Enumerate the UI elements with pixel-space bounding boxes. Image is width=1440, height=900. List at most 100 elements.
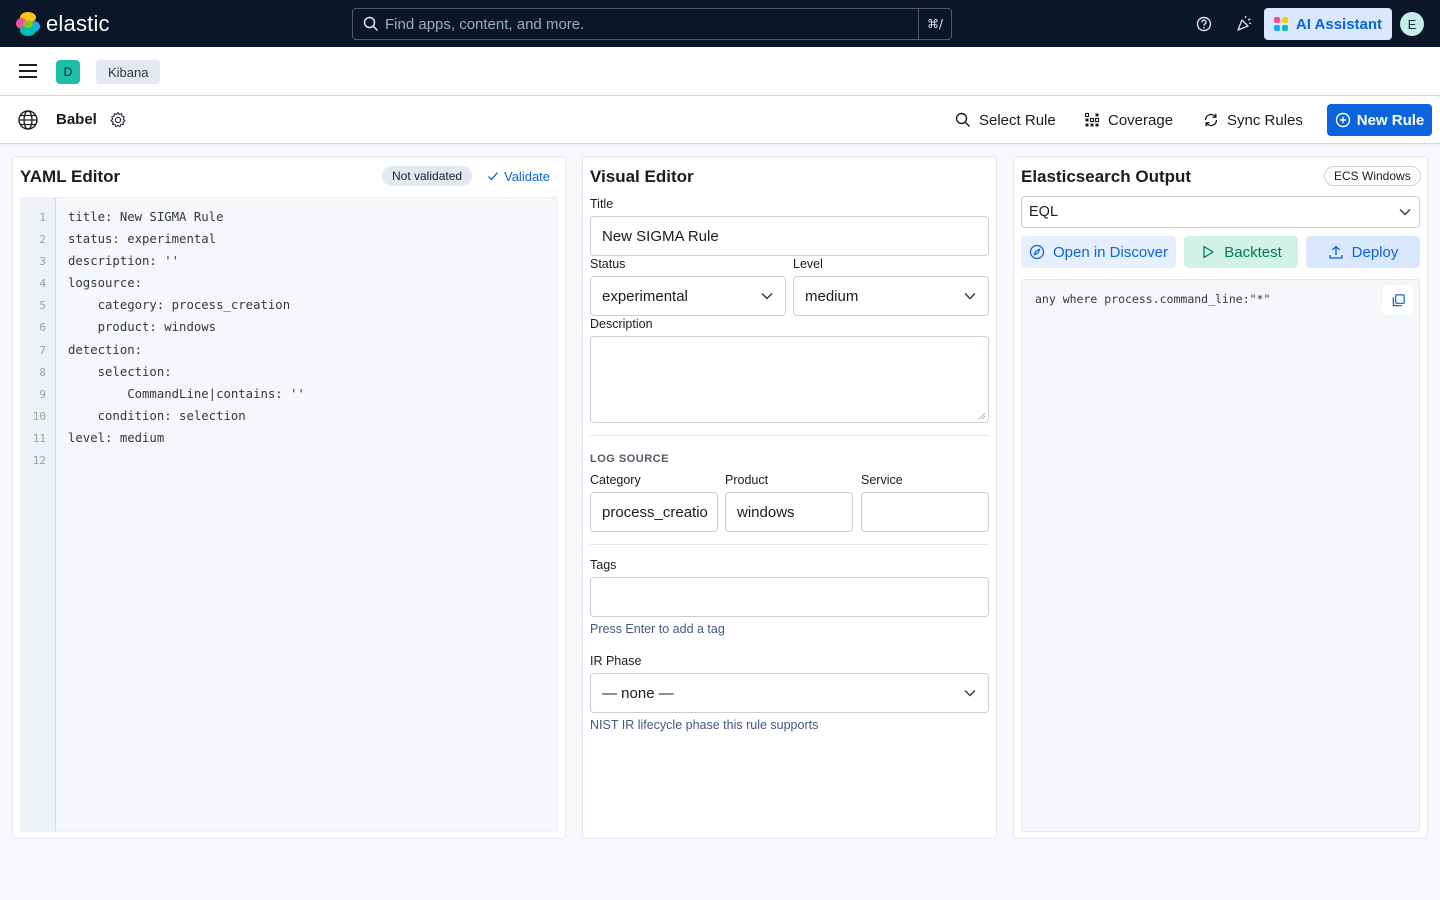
section-divider (590, 435, 989, 436)
coverage-button[interactable]: Coverage (1084, 108, 1173, 132)
gear-icon[interactable] (109, 111, 127, 129)
coverage-label: Coverage (1108, 111, 1174, 129)
sync-rules-button[interactable]: Sync Rules (1203, 108, 1303, 132)
service-field[interactable] (861, 492, 989, 532)
product-label: Product (725, 473, 769, 487)
resize-grip-icon[interactable] (978, 412, 986, 420)
tags-help-text: Press Enter to add a tag (590, 622, 725, 636)
breadcrumb[interactable]: Kibana (96, 60, 161, 84)
line-number: 9 (39, 388, 46, 401)
ir-phase-selected-value: — none — (602, 684, 674, 702)
tags-field[interactable] (590, 577, 989, 617)
visual-editor-panel: Visual Editor Title New SIGMA Rule Statu… (582, 156, 997, 839)
service-label: Service (861, 473, 903, 487)
elasticsearch-output-panel: Elasticsearch Output ECS Windows EQL Ope… (1013, 156, 1428, 839)
level-selected-value: medium (805, 287, 859, 305)
breadcrumb-bar: D Kibana (0, 47, 1440, 96)
code-line: level: medium (68, 431, 165, 445)
level-label: Level (793, 257, 823, 271)
category-label: Category (590, 473, 641, 487)
visual-editor-title: Visual Editor (590, 167, 694, 186)
new-rule-button[interactable]: New Rule (1327, 104, 1432, 136)
section-divider (590, 544, 989, 545)
pipeline-badge[interactable]: ECS Windows (1324, 166, 1421, 186)
query-text: any where process.command_line:"*" (1035, 292, 1271, 306)
chevron-down-icon (964, 293, 976, 300)
title-label: Title (590, 197, 614, 211)
grid-icon (1084, 112, 1100, 127)
menu-icon[interactable] (18, 63, 38, 79)
deploy-label: Deploy (1351, 243, 1399, 261)
open-in-discover-label: Open in Discover (1052, 243, 1169, 261)
code-line: CommandLine|contains: '' (68, 387, 305, 401)
log-source-heading: LOG SOURCE (590, 453, 669, 465)
global-search[interactable]: ⌘/ (352, 8, 952, 40)
line-number: 8 (39, 366, 46, 379)
code-line: description: '' (68, 254, 180, 268)
line-number: 12 (32, 454, 46, 467)
elastic-logo-icon (16, 12, 40, 36)
ir-phase-select[interactable]: — none — (590, 673, 989, 713)
select-rule-button[interactable]: Select Rule (955, 108, 1056, 132)
query-output-block: any where process.command_line:"*" (1021, 279, 1420, 832)
category-field[interactable]: process_creatio (590, 492, 718, 532)
ai-assistant-button[interactable]: AI Assistant (1264, 8, 1392, 40)
new-rule-label: New Rule (1356, 111, 1425, 129)
plus-circle-icon (1335, 112, 1350, 128)
yaml-editor-panel: YAML Editor Not validated Validate 1 2 3… (12, 156, 566, 839)
title-field[interactable]: New SIGMA Rule (590, 216, 989, 256)
yaml-editor-title: YAML Editor (20, 167, 121, 186)
space-avatar[interactable]: D (56, 60, 80, 84)
line-number: 3 (39, 255, 46, 268)
line-number-gutter: 1 2 3 4 5 6 7 8 9 10 11 12 (21, 198, 56, 831)
description-label: Description (590, 317, 653, 331)
query-language-select[interactable]: EQL (1021, 196, 1420, 228)
status-select[interactable]: experimental (590, 276, 786, 316)
refresh-icon (1204, 113, 1218, 127)
search-icon (363, 16, 379, 32)
sync-rules-label: Sync Rules (1227, 111, 1303, 129)
code-line: status: experimental (68, 232, 217, 246)
yaml-code-editor[interactable]: 1 2 3 4 5 6 7 8 9 10 11 12 title: New SI… (20, 197, 558, 832)
ai-assistant-icon (1273, 17, 1288, 31)
app-toolbar: Babel Select Rule Coverage Sync Rules Ne… (0, 96, 1440, 144)
ir-phase-help-text: NIST IR lifecycle phase this rule suppor… (590, 718, 819, 732)
code-line: detection: (68, 343, 143, 357)
copy-button[interactable] (1383, 285, 1413, 315)
elastic-logo[interactable]: elastic (16, 11, 110, 37)
code-line: selection: (68, 365, 172, 379)
chevron-down-icon (964, 690, 976, 697)
validate-label: Validate (504, 168, 551, 184)
help-icon[interactable] (1194, 14, 1214, 34)
ai-assistant-label: AI Assistant (1295, 15, 1383, 33)
validation-status-badge: Not validated (382, 166, 473, 186)
upload-icon (1328, 245, 1343, 259)
logo-text: elastic (46, 11, 110, 36)
page-title: Babel (56, 111, 97, 128)
line-number: 7 (39, 344, 46, 357)
top-header: elastic ⌘/ AI Assistant E (0, 0, 1440, 47)
globe-icon (18, 110, 38, 130)
tags-label: Tags (590, 558, 617, 572)
search-input[interactable] (385, 15, 918, 33)
ir-phase-label: IR Phase (590, 654, 642, 668)
line-number: 2 (39, 233, 46, 246)
level-select[interactable]: medium (793, 276, 989, 316)
line-number: 1 (39, 211, 46, 224)
newsfeed-icon[interactable] (1234, 14, 1254, 34)
validate-button[interactable]: Validate (487, 166, 550, 186)
code-line: product: windows (68, 320, 217, 334)
search-shortcut-hint: ⌘/ (918, 9, 951, 39)
check-icon (488, 172, 498, 181)
user-avatar[interactable]: E (1400, 12, 1424, 36)
open-in-discover-button[interactable]: Open in Discover (1021, 236, 1176, 268)
code-line: condition: selection (68, 409, 246, 423)
backtest-button[interactable]: Backtest (1184, 236, 1298, 268)
deploy-button[interactable]: Deploy (1306, 236, 1420, 268)
query-language-value: EQL (1029, 204, 1059, 220)
code-line: logsource: (68, 276, 143, 290)
description-textarea[interactable] (590, 336, 989, 423)
product-field[interactable]: windows (725, 492, 853, 532)
code-line: title: New SIGMA Rule (68, 210, 224, 224)
search-icon (955, 112, 970, 127)
